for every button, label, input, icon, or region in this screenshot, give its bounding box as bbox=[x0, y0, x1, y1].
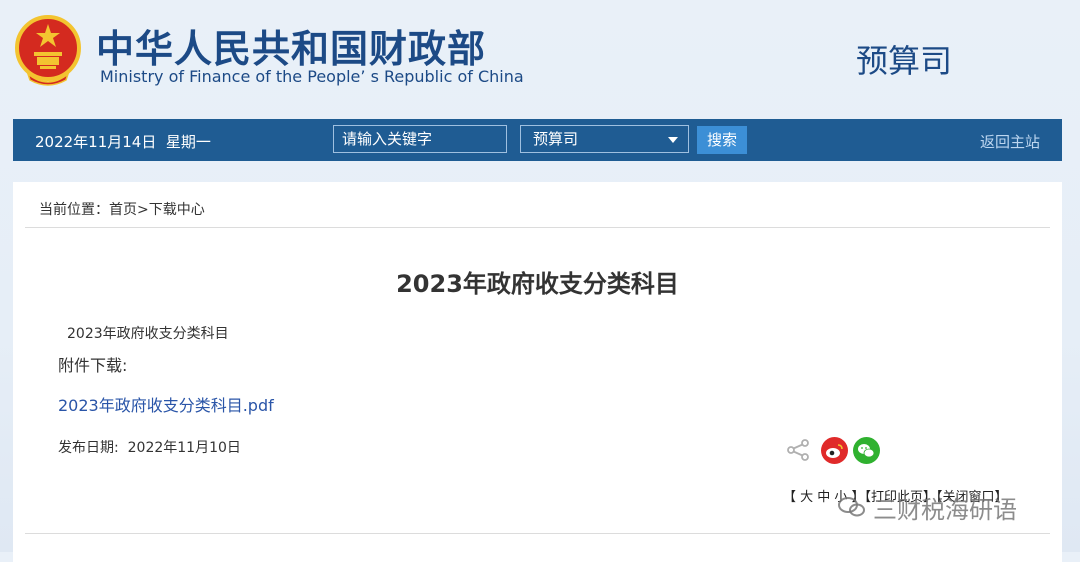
search-button[interactable]: 搜索 bbox=[697, 126, 747, 154]
chevron-down-icon bbox=[668, 137, 678, 143]
attachment-label: 附件下载: bbox=[58, 356, 128, 375]
breadcrumb-prefix: 当前位置： bbox=[39, 202, 109, 218]
wechat-share-icon[interactable] bbox=[853, 437, 880, 464]
select-value: 预算司 bbox=[533, 130, 579, 148]
wechat-watermark-icon bbox=[838, 497, 865, 517]
return-home-link[interactable]: 返回主站 bbox=[980, 131, 1040, 152]
department-select[interactable]: 预算司 bbox=[520, 125, 689, 153]
watermark-text: 三财税海研语 bbox=[873, 495, 1017, 524]
article-subtitle: 2023年政府收支分类科目 bbox=[67, 326, 229, 342]
breadcrumb-divider bbox=[25, 227, 1050, 228]
weibo-share-icon[interactable] bbox=[821, 437, 848, 464]
ministry-en-title: Ministry of Finance of the People’ s Rep… bbox=[100, 67, 524, 86]
breadcrumb-home-link[interactable]: 首页 bbox=[109, 202, 137, 218]
article-title: 2023年政府收支分类科目 bbox=[396, 270, 679, 298]
publish-label: 发布日期: bbox=[58, 440, 119, 456]
share-icon[interactable] bbox=[786, 438, 810, 462]
department-name: 预算司 bbox=[856, 42, 953, 80]
weekday-text: 星期一 bbox=[165, 133, 211, 151]
top-navbar: 2022年11月14日 星期一 请输入关键字 预算司 搜索 返回主站 bbox=[13, 119, 1062, 161]
date-text: 2022年11月14日 bbox=[35, 133, 157, 151]
bottom-divider bbox=[25, 533, 1050, 534]
publish-date-value: 2022年11月10日 bbox=[127, 440, 241, 456]
publish-date: 发布日期: 2022年11月10日 bbox=[58, 437, 241, 457]
attachment-file-link[interactable]: 2023年政府收支分类科目.pdf bbox=[58, 392, 274, 416]
site-header: 中华人民共和国财政部 Ministry of Finance of the Pe… bbox=[0, 0, 1080, 118]
breadcrumb: 当前位置：首页>下载中心 bbox=[39, 199, 205, 219]
current-date: 2022年11月14日 星期一 bbox=[35, 131, 211, 152]
ministry-cn-title: 中华人民共和国财政部 bbox=[96, 27, 487, 71]
breadcrumb-separator: > bbox=[137, 202, 149, 218]
national-emblem-icon bbox=[15, 15, 81, 86]
watermark: 三财税海研语 bbox=[837, 489, 1017, 525]
search-input[interactable]: 请输入关键字 bbox=[333, 125, 507, 153]
breadcrumb-current-link[interactable]: 下载中心 bbox=[149, 202, 205, 218]
